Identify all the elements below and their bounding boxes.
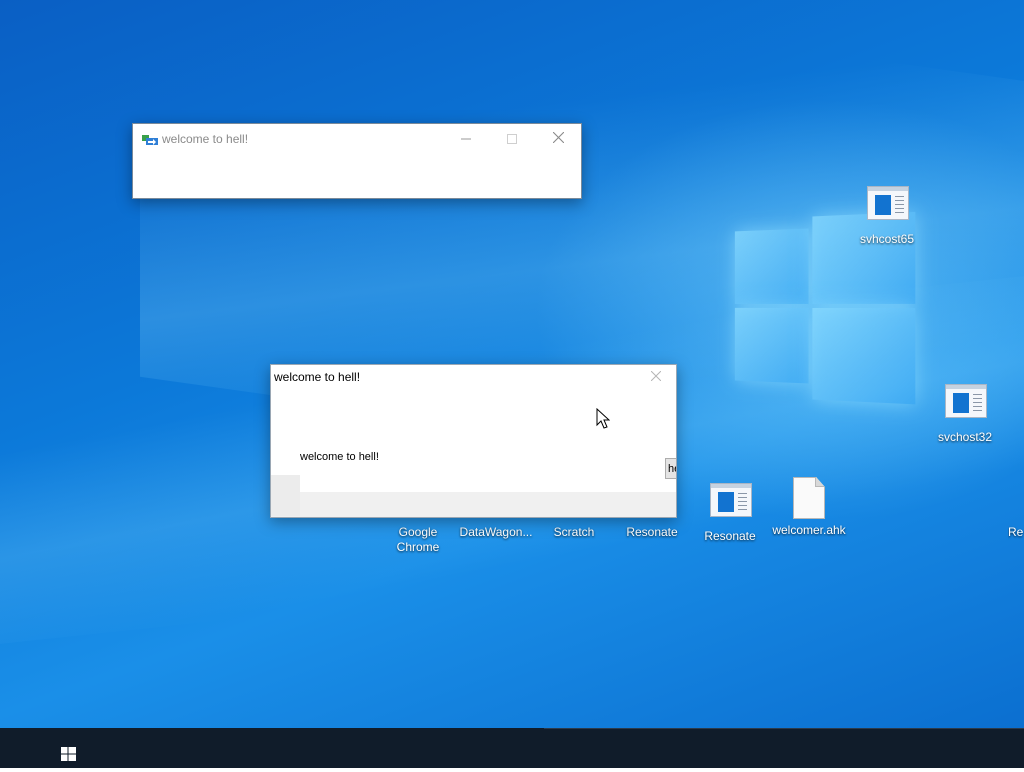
- dialog-panel: [300, 475, 665, 492]
- desktop-icon-label: welcomer.ahk: [772, 523, 846, 537]
- minimize-button[interactable]: [443, 124, 489, 154]
- desktop-icon-label: svchost32: [937, 430, 993, 444]
- windows-start-icon: [61, 747, 76, 761]
- mouse-cursor-icon: [596, 408, 610, 429]
- maximize-button[interactable]: [489, 124, 535, 154]
- desktop-icon-partial[interactable]: Re: [1008, 479, 1024, 540]
- app-icon: [1008, 479, 1024, 521]
- desktop-icon-resonate-2[interactable]: Resonate: [692, 479, 768, 544]
- minimize-icon: [461, 138, 471, 140]
- desktop-icon-label: Resonate: [704, 529, 756, 543]
- back-window[interactable]: welcome to hell!: [132, 123, 582, 199]
- close-icon: [650, 370, 662, 382]
- desktop-icon-welcomer-ahk[interactable]: welcomer.ahk: [771, 477, 847, 538]
- dialog-message: welcome to hell!: [300, 451, 379, 463]
- dialog-footer: [271, 492, 676, 517]
- desktop: svhcost65 svchost32 Google Chrome DataWa…: [0, 0, 1024, 728]
- desktop-icon-svhcost65[interactable]: svhcost65: [849, 182, 925, 247]
- close-icon: [552, 131, 564, 144]
- dialog-gutter: [271, 475, 300, 516]
- file-icon: [788, 477, 830, 519]
- desktop-icon-label: Google Chrome: [396, 525, 440, 554]
- app-window-icon: [944, 384, 987, 426]
- window-title: welcome to hell!: [162, 132, 249, 146]
- desktop-icon-label: DataWagon...: [459, 525, 533, 539]
- close-button[interactable]: [535, 124, 581, 154]
- front-dialog[interactable]: welcome to hell! welcome to hell! he: [270, 364, 677, 518]
- taskbar-divider: [544, 728, 1024, 729]
- dialog-button[interactable]: he: [665, 458, 676, 479]
- desktop-icon-label: Scratch: [553, 525, 595, 539]
- taskbar: [0, 728, 1024, 768]
- desktop-icon-label: Resonate: [626, 525, 678, 539]
- title-bar[interactable]: welcome to hell!: [133, 124, 581, 154]
- desktop-icon-label: Re: [1008, 525, 1024, 539]
- dialog-title: welcome to hell!: [274, 370, 361, 384]
- app-window-icon: [142, 135, 158, 145]
- start-button[interactable]: [48, 728, 88, 768]
- app-window-icon: [866, 186, 909, 228]
- maximize-icon: [507, 134, 517, 144]
- app-window-icon: [709, 483, 752, 525]
- desktop-icon-label: svhcost65: [859, 232, 915, 246]
- dialog-close-button[interactable]: [650, 368, 662, 385]
- desktop-icon-svchost32[interactable]: svchost32: [927, 380, 1003, 445]
